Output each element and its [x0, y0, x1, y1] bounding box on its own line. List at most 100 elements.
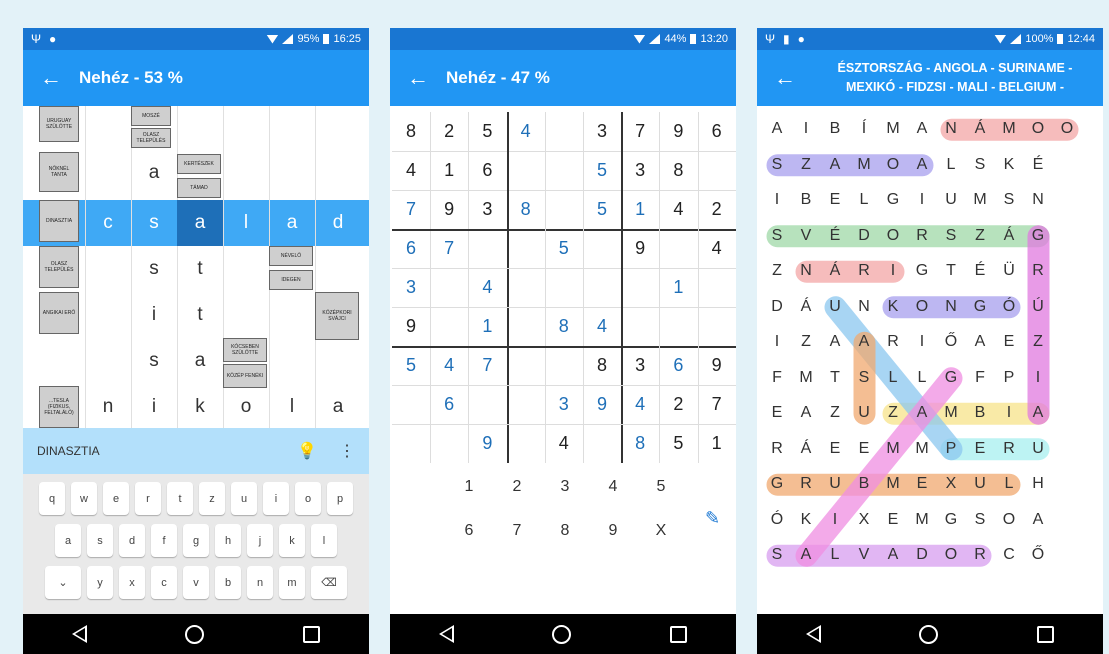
sudoku-cell[interactable] — [545, 151, 583, 190]
key[interactable]: s — [87, 524, 113, 557]
sudoku-cell[interactable] — [659, 229, 697, 268]
sudoku-cell[interactable]: 3 — [392, 268, 430, 307]
wordsearch-letter[interactable]: N — [938, 116, 964, 142]
sudoku-cell[interactable]: 8 — [659, 151, 697, 190]
sudoku-cell[interactable]: 6 — [430, 385, 468, 424]
wordsearch-letter[interactable]: R — [764, 436, 790, 462]
key[interactable]: ⌄ — [45, 566, 81, 599]
wordsearch-letter[interactable]: M — [996, 116, 1022, 142]
sudoku-cell[interactable] — [392, 424, 430, 463]
wordsearch-letter[interactable]: S — [764, 542, 790, 568]
wordsearch-letter[interactable]: R — [909, 223, 935, 249]
home-nav-icon[interactable] — [552, 624, 572, 644]
wordsearch-letter[interactable]: M — [880, 436, 906, 462]
wordsearch-letter[interactable]: Ú — [1025, 294, 1051, 320]
wordsearch-letter[interactable]: K — [996, 152, 1022, 178]
sudoku-cell[interactable]: 6 — [698, 112, 736, 151]
back-nav-icon[interactable] — [439, 625, 455, 643]
back-arrow-icon[interactable]: ← — [390, 65, 446, 91]
crossword-cell[interactable]: o — [223, 384, 269, 430]
wordsearch-letter[interactable]: F — [764, 365, 790, 391]
wordsearch-letter[interactable]: D — [764, 294, 790, 320]
pad-key[interactable]: 8 — [541, 522, 589, 540]
sudoku-cell[interactable] — [545, 346, 583, 385]
wordsearch-letter[interactable]: A — [909, 152, 935, 178]
wordsearch-letter[interactable]: E — [909, 471, 935, 497]
sudoku-cell[interactable] — [698, 151, 736, 190]
wordsearch-letter[interactable]: P — [996, 365, 1022, 391]
sudoku-cell[interactable] — [430, 424, 468, 463]
crossword-cell[interactable]: i — [131, 384, 177, 430]
wordsearch-letter[interactable]: L — [996, 471, 1022, 497]
wordsearch-letter[interactable]: I — [1025, 365, 1051, 391]
key[interactable]: i — [263, 482, 289, 515]
wordsearch-letter[interactable]: G — [938, 365, 964, 391]
wordsearch-letter[interactable]: A — [851, 329, 877, 355]
crossword-cell[interactable]: t — [177, 246, 223, 292]
key[interactable]: v — [183, 566, 209, 599]
wordsearch-letter[interactable]: O — [880, 223, 906, 249]
key[interactable]: x — [119, 566, 145, 599]
wordsearch-letter[interactable]: G — [967, 294, 993, 320]
crossword-cell[interactable]: a — [177, 338, 223, 384]
sudoku-cell[interactable]: 4 — [392, 151, 430, 190]
wordsearch-letter[interactable]: Í — [851, 116, 877, 142]
wordsearch-letter[interactable]: Á — [793, 294, 819, 320]
key[interactable]: n — [247, 566, 273, 599]
wordsearch-letter[interactable]: I — [793, 116, 819, 142]
wordsearch-letter[interactable]: Á — [822, 258, 848, 284]
sudoku-cell[interactable]: 8 — [621, 424, 659, 463]
wordsearch-letter[interactable]: Ó — [996, 294, 1022, 320]
wordsearch-letter[interactable]: Z — [764, 258, 790, 284]
key[interactable]: q — [39, 482, 65, 515]
wordsearch-letter[interactable]: Z — [793, 152, 819, 178]
sudoku-cell[interactable] — [545, 112, 583, 151]
wordsearch-letter[interactable]: Ü — [996, 258, 1022, 284]
sudoku-cell[interactable] — [468, 229, 506, 268]
wordsearch-letter[interactable]: A — [822, 152, 848, 178]
wordsearch-letter[interactable]: E — [851, 436, 877, 462]
wordsearch-letter[interactable]: A — [1025, 507, 1051, 533]
sudoku-cell[interactable]: 8 — [507, 190, 545, 229]
sudoku-cell[interactable] — [621, 307, 659, 346]
wordsearch-letter[interactable]: E — [764, 400, 790, 426]
wordsearch-letter[interactable]: G — [1025, 223, 1051, 249]
wordsearch-letter[interactable]: T — [938, 258, 964, 284]
wordsearch-letter[interactable]: Z — [822, 400, 848, 426]
wordsearch-letter[interactable]: Z — [880, 400, 906, 426]
wordsearch-letter[interactable]: R — [967, 542, 993, 568]
wordsearch-letter[interactable]: O — [909, 294, 935, 320]
recents-nav-icon[interactable] — [669, 625, 687, 643]
wordsearch-letter[interactable]: Z — [1025, 329, 1051, 355]
crossword-cell[interactable]: k — [177, 384, 223, 430]
wordsearch-letter[interactable]: B — [822, 116, 848, 142]
sudoku-cell[interactable]: 1 — [468, 307, 506, 346]
wordsearch-letter[interactable]: G — [909, 258, 935, 284]
sudoku-cell[interactable]: 7 — [468, 346, 506, 385]
wordsearch-letter[interactable]: L — [822, 542, 848, 568]
sudoku-cell[interactable]: 2 — [698, 190, 736, 229]
sudoku-cell[interactable]: 7 — [698, 385, 736, 424]
key[interactable]: z — [199, 482, 225, 515]
sudoku-cell[interactable]: 3 — [468, 190, 506, 229]
wordsearch-letter[interactable]: T — [822, 365, 848, 391]
wordsearch-letter[interactable]: O — [996, 507, 1022, 533]
sudoku-cell[interactable]: 7 — [621, 112, 659, 151]
wordsearch-letter[interactable]: A — [909, 116, 935, 142]
crossword-cell[interactable]: d — [315, 200, 361, 246]
wordsearch-letter[interactable]: F — [967, 365, 993, 391]
sudoku-cell[interactable] — [507, 307, 545, 346]
key[interactable]: o — [295, 482, 321, 515]
sudoku-cell[interactable]: 3 — [621, 346, 659, 385]
sudoku-cell[interactable]: 9 — [621, 229, 659, 268]
wordsearch-letter[interactable]: R — [793, 471, 819, 497]
wordsearch-letter[interactable]: N — [793, 258, 819, 284]
recents-nav-icon[interactable] — [1036, 625, 1054, 643]
wordsearch-letter[interactable]: O — [938, 542, 964, 568]
wordsearch-letter[interactable]: I — [764, 187, 790, 213]
pad-key[interactable]: 2 — [493, 478, 541, 496]
wordsearch-letter[interactable]: M — [880, 116, 906, 142]
crossword-cell[interactable]: l — [223, 200, 269, 246]
wordsearch-letter[interactable]: É — [822, 223, 848, 249]
sudoku-cell[interactable]: 5 — [583, 190, 621, 229]
